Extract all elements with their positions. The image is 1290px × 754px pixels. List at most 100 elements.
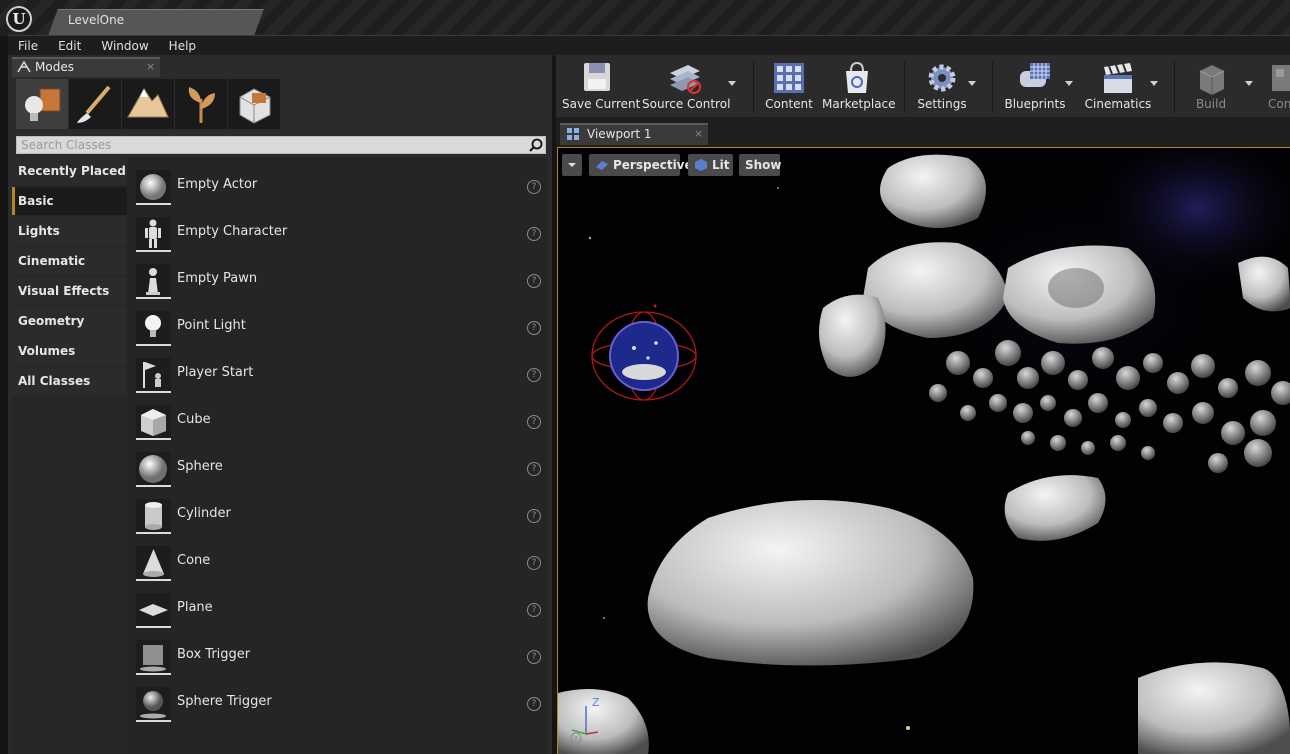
class-label: Empty Pawn — [177, 271, 258, 286]
cylinder-icon — [136, 499, 171, 534]
class-label: Empty Character — [177, 224, 288, 239]
geometry-edit-mode-icon — [239, 88, 271, 124]
compile-button[interactable]: Con — [1264, 59, 1290, 115]
unreal-logo-icon: U — [6, 6, 32, 32]
class-list: Empty Actor ? Empty Character ? Empty Pa… — [127, 157, 548, 754]
class-label: Empty Actor — [177, 177, 258, 192]
perspective-icon — [596, 161, 608, 170]
category-geometry[interactable]: Geometry — [12, 307, 127, 335]
place-mode-icon — [25, 88, 61, 121]
source-control-button[interactable]: Source Control — [642, 59, 730, 115]
class-label: Point Light — [177, 318, 246, 333]
cinematics-button[interactable]: Cinematics — [1084, 59, 1152, 115]
perspective-button[interactable]: Perspective — [589, 154, 693, 176]
category-cinematic[interactable]: Cinematic — [12, 247, 127, 275]
perspective-label: Perspective — [613, 158, 693, 172]
settings-label: Settings — [917, 97, 967, 111]
show-button[interactable]: Show — [739, 154, 782, 176]
modes-tab[interactable]: Modes × — [12, 57, 160, 77]
class-row-plane[interactable]: Plane ? — [127, 586, 548, 630]
level-tab-label: LevelOne — [68, 13, 125, 27]
class-row-cone[interactable]: Cone ? — [127, 539, 548, 583]
marketplace-button[interactable]: Marketplace — [822, 59, 896, 115]
level-viewport[interactable]: Perspective Lit Show ? Z — [557, 147, 1290, 754]
blueprints-button[interactable]: Blueprints — [1000, 59, 1070, 115]
content-button[interactable]: Content — [762, 59, 816, 115]
class-row-empty-actor[interactable]: Empty Actor ? — [127, 163, 548, 207]
help-icon[interactable]: ? — [527, 415, 541, 429]
modes-icon — [17, 60, 31, 76]
class-row-empty-pawn[interactable]: Empty Pawn ? — [127, 257, 548, 301]
class-label: Cylinder — [177, 506, 231, 521]
lit-button[interactable]: Lit — [688, 154, 733, 176]
source-control-dropdown-icon[interactable] — [728, 81, 736, 86]
help-icon[interactable]: ? — [527, 180, 541, 194]
settings-button[interactable]: Settings — [912, 59, 972, 115]
search-icon[interactable] — [529, 138, 543, 152]
build-dropdown-icon[interactable] — [1245, 81, 1253, 86]
paint-mode-button[interactable] — [69, 79, 121, 129]
geometry-mode-button[interactable] — [228, 79, 280, 129]
clapperboard-icon — [1104, 63, 1132, 93]
category-lights[interactable]: Lights — [12, 217, 127, 245]
help-icon[interactable]: ? — [527, 321, 541, 335]
class-row-point-light[interactable]: Point Light ? — [127, 304, 548, 348]
help-icon[interactable]: ? — [527, 368, 541, 382]
class-row-cylinder[interactable]: Cylinder ? — [127, 492, 548, 536]
menu-window[interactable]: Window — [91, 36, 158, 56]
class-row-cube[interactable]: Cube ? — [127, 398, 548, 442]
close-icon[interactable]: × — [146, 60, 155, 73]
viewport-icon — [567, 128, 579, 140]
pawn-icon — [136, 264, 171, 299]
class-row-empty-character[interactable]: Empty Character ? — [127, 210, 548, 254]
category-visual-effects[interactable]: Visual Effects — [12, 277, 127, 305]
landscape-mode-button[interactable] — [122, 79, 174, 129]
class-row-sphere-trigger[interactable]: Sphere Trigger ? — [127, 680, 548, 724]
toolbar-separator — [1174, 61, 1175, 113]
help-icon[interactable]: ? — [527, 603, 541, 617]
help-icon[interactable]: ? — [527, 462, 541, 476]
modes-panel: Modes × Search Classes Recently Placed B… — [8, 55, 552, 754]
menu-help[interactable]: Help — [159, 36, 206, 56]
viewport-tab[interactable]: Viewport 1 × — [560, 123, 708, 145]
category-volumes[interactable]: Volumes — [12, 337, 127, 365]
help-icon[interactable]: ? — [527, 556, 541, 570]
save-current-button[interactable]: Save Current — [562, 59, 640, 115]
sphere-actor-icon — [136, 170, 171, 205]
menu-edit[interactable]: Edit — [48, 36, 91, 56]
menu-file[interactable]: File — [8, 36, 48, 56]
class-label: Sphere Trigger — [177, 694, 272, 709]
blueprints-dropdown-icon[interactable] — [1065, 81, 1073, 86]
blueprints-icon — [1020, 63, 1050, 87]
foliage-mode-icon — [188, 87, 215, 123]
search-classes-input[interactable]: Search Classes — [16, 136, 546, 154]
class-row-player-start[interactable]: Player Start ? — [127, 351, 548, 395]
category-basic[interactable]: Basic — [12, 187, 127, 215]
show-label: Show — [745, 158, 782, 172]
place-mode-button[interactable] — [16, 79, 68, 129]
help-icon[interactable]: ? — [527, 509, 541, 523]
foliage-mode-button[interactable] — [175, 79, 227, 129]
class-row-box-trigger[interactable]: Box Trigger ? — [127, 633, 548, 677]
class-row-sphere[interactable]: Sphere ? — [127, 445, 548, 489]
category-recently-placed[interactable]: Recently Placed — [12, 157, 127, 185]
cinematics-dropdown-icon[interactable] — [1150, 81, 1158, 86]
cinematics-label: Cinematics — [1084, 97, 1152, 111]
help-icon[interactable]: ? — [527, 227, 541, 241]
marketplace-icon — [846, 61, 868, 93]
viewport-options-button[interactable] — [562, 154, 582, 176]
category-all-classes[interactable]: All Classes — [12, 367, 127, 395]
help-icon[interactable]: ? — [527, 274, 541, 288]
viewport-tab-label: Viewport 1 — [587, 127, 652, 141]
content-label: Content — [765, 97, 813, 111]
class-label: Cube — [177, 412, 211, 427]
help-icon[interactable]: ? — [527, 650, 541, 664]
build-button[interactable]: Build — [1182, 59, 1240, 115]
help-icon[interactable]: ? — [527, 697, 541, 711]
build-label: Build — [1195, 97, 1227, 111]
close-icon[interactable]: × — [694, 127, 703, 140]
class-label: Sphere — [177, 459, 223, 474]
save-icon — [584, 63, 610, 91]
settings-dropdown-icon[interactable] — [968, 81, 976, 86]
paint-mode-icon — [77, 85, 111, 123]
